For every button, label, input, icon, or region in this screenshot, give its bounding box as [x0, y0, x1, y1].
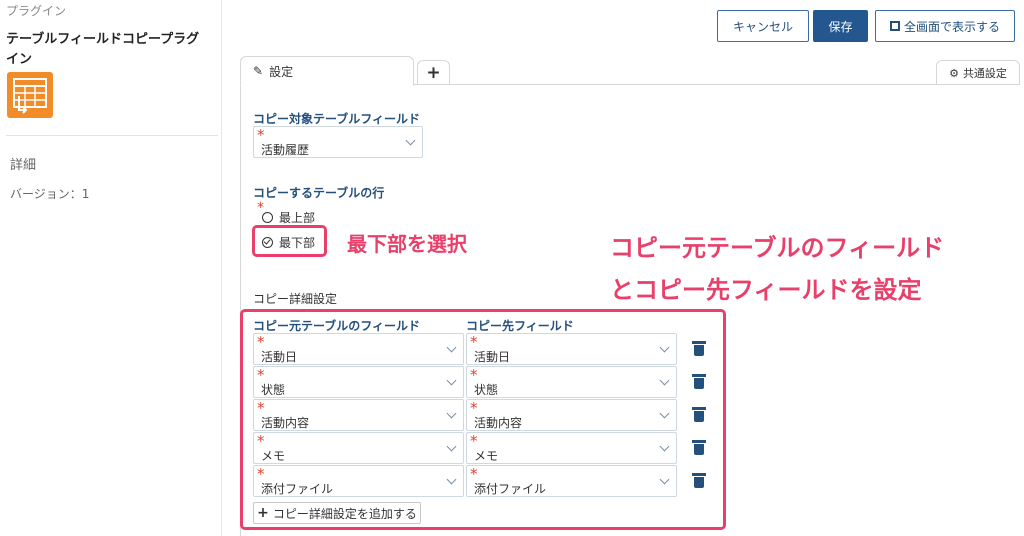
required-mark: * — [257, 126, 265, 144]
radio-circle-icon — [262, 212, 273, 223]
sidebar: プラグイン テーブルフィールドコピープラグイン 詳細 バージョン：1 — [0, 0, 222, 536]
tab-settings-label: 設定 — [269, 64, 294, 79]
dest-field-select[interactable]: * メモ — [466, 432, 677, 464]
version-label: バージョン：1 — [10, 187, 90, 201]
required-mark: * — [257, 432, 265, 450]
copy-table-label: コピー対象テーブルフィールド — [253, 112, 421, 126]
dest-field-select[interactable]: * 活動日 — [466, 333, 677, 365]
chevron-down-icon — [659, 441, 670, 452]
chevron-down-icon — [446, 441, 457, 452]
chevron-down-icon — [446, 342, 457, 353]
dest-field-select-value: 活動日 — [474, 350, 511, 364]
required-mark: * — [257, 333, 265, 351]
col-head-source: コピー元テーブルのフィールド — [253, 319, 421, 333]
source-field-select[interactable]: * 添付ファイル — [253, 465, 464, 497]
chevron-down-icon — [659, 408, 670, 419]
source-field-select[interactable]: * 状態 — [253, 366, 464, 398]
source-field-select-value: 活動日 — [261, 350, 298, 364]
copy-table-select[interactable]: * 活動履歴 — [253, 126, 423, 158]
add-detail-button[interactable]: + コピー詳細設定を追加する — [253, 502, 421, 524]
source-field-select[interactable]: * 活動内容 — [253, 399, 464, 431]
radio-top[interactable]: 最上部 — [262, 209, 315, 226]
dest-field-select-value: 活動内容 — [474, 416, 523, 430]
gear-icon: ⚙ — [949, 66, 959, 80]
trash-icon[interactable] — [692, 341, 706, 356]
fullscreen-icon — [889, 21, 900, 31]
annotation-select-bottom: 最下部を選択 — [347, 232, 467, 256]
plugin-settings-screen: プラグイン テーブルフィールドコピープラグイン 詳細 バージョン：1 キャンセル… — [0, 0, 1024, 536]
source-field-select-value: 状態 — [261, 383, 286, 397]
required-mark: * — [470, 399, 478, 417]
chevron-down-icon — [446, 375, 457, 386]
source-field-select-value: 活動内容 — [261, 416, 310, 430]
required-mark: * — [470, 366, 478, 384]
dest-field-select-value: 添付ファイル — [474, 482, 547, 496]
radio-bottom-label: 最下部 — [279, 236, 316, 250]
required-mark: * — [257, 399, 265, 417]
chevron-down-icon — [405, 135, 416, 146]
dest-field-select-value: メモ — [474, 449, 499, 463]
pencil-icon: ✎ — [253, 64, 264, 78]
dest-field-select[interactable]: * 活動内容 — [466, 399, 677, 431]
annotation-line2: とコピー先フィールドを設定 — [610, 276, 922, 304]
copy-row-label: コピーするテーブルの行 — [253, 186, 385, 200]
save-button[interactable]: 保存 — [813, 10, 868, 42]
sidebar-item-detail[interactable]: 詳細 — [10, 154, 36, 173]
annotation-line1: コピー元テーブルのフィールド — [610, 234, 945, 262]
dest-field-select[interactable]: * 添付ファイル — [466, 465, 677, 497]
required-mark: * — [470, 432, 478, 450]
plugin-title: テーブルフィールドコピープラグイン — [6, 32, 200, 67]
copy-table-value: 活動履歴 — [261, 143, 310, 157]
chevron-down-icon — [446, 474, 457, 485]
trash-icon[interactable] — [692, 407, 706, 422]
source-field-select[interactable]: * メモ — [253, 432, 464, 464]
required-mark: * — [257, 366, 265, 384]
source-field-select-value: メモ — [261, 449, 286, 463]
sidebar-top-label: プラグイン — [6, 4, 67, 18]
chevron-down-icon — [659, 342, 670, 353]
col-head-dest: コピー先フィールド — [466, 319, 574, 333]
fullscreen-button[interactable]: 全画面で表示する — [875, 10, 1015, 42]
fullscreen-label: 全画面で表示する — [903, 19, 1000, 34]
cancel-button[interactable]: キャンセル — [717, 10, 809, 42]
tab-common-label: 共通設定 — [962, 67, 1007, 80]
radio-bottom[interactable]: 最下部 — [262, 234, 315, 251]
tab-add[interactable]: + — [417, 60, 450, 85]
required-mark: * — [470, 465, 478, 483]
sidebar-divider — [6, 135, 218, 136]
tab-common-settings[interactable]: ⚙ 共通設定 — [936, 60, 1020, 85]
chevron-down-icon — [659, 474, 670, 485]
radio-checked-icon — [262, 237, 273, 248]
tab-settings[interactable]: ✎ 設定 — [240, 56, 414, 86]
chevron-down-icon — [659, 375, 670, 386]
radio-top-label: 最上部 — [279, 211, 316, 225]
dest-field-select[interactable]: * 状態 — [466, 366, 677, 398]
required-mark: * — [257, 465, 265, 483]
detail-section-title: コピー詳細設定 — [253, 292, 338, 306]
source-field-select-value: 添付ファイル — [261, 482, 334, 496]
table-copy-icon — [7, 72, 53, 118]
trash-icon[interactable] — [692, 473, 706, 488]
chevron-down-icon — [446, 408, 457, 419]
trash-icon[interactable] — [692, 374, 706, 389]
dest-field-select-value: 状態 — [474, 383, 499, 397]
add-detail-label: コピー詳細設定を追加する — [272, 506, 417, 521]
plus-icon: + — [257, 505, 269, 521]
trash-icon[interactable] — [692, 440, 706, 455]
source-field-select[interactable]: * 活動日 — [253, 333, 464, 365]
required-mark: * — [470, 333, 478, 351]
